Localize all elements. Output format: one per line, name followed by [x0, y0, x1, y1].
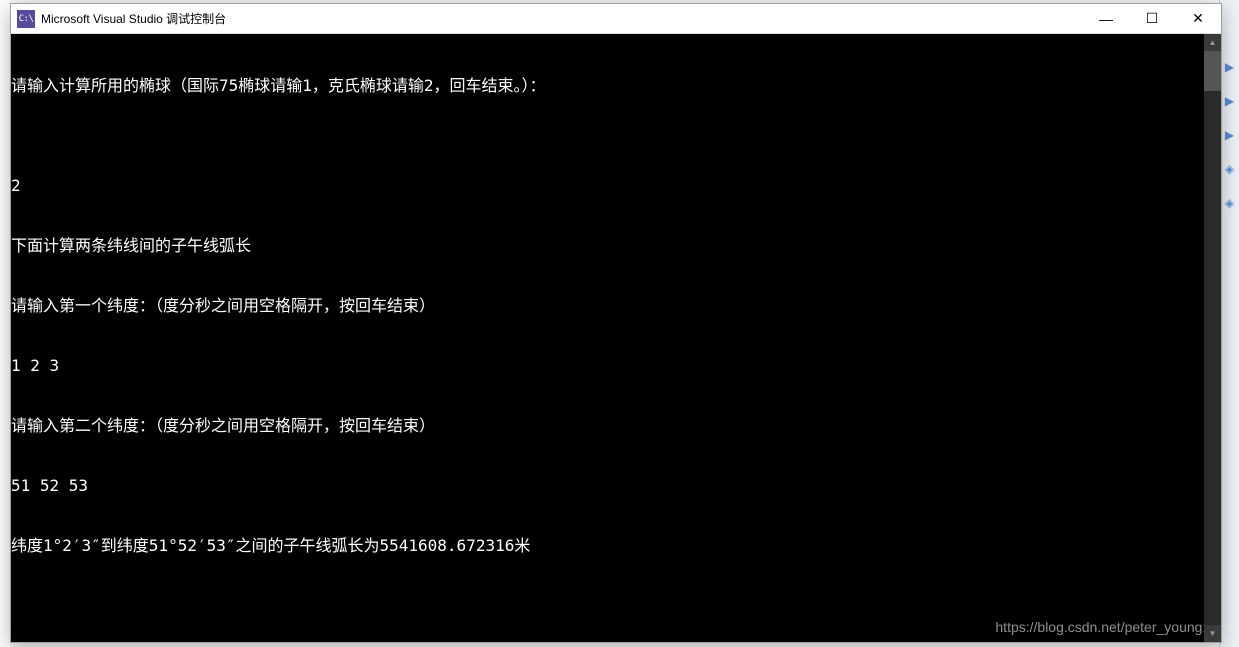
console-window: C:\ Microsoft Visual Studio 调试控制台 — ☐ ✕ … — [10, 3, 1222, 643]
play-icon: ▶ — [1225, 94, 1234, 108]
close-button[interactable]: ✕ — [1175, 4, 1221, 33]
minimize-button[interactable]: — — [1083, 4, 1129, 33]
watermark-text: https://blog.csdn.net/peter_young19 — [995, 617, 1218, 637]
console-output[interactable]: 请输入计算所用的椭球（国际75椭球请输1，克氏椭球请输2，回车结束。）： 2 下… — [11, 34, 1221, 642]
ide-left-gutter — [0, 0, 10, 647]
cube-icon: ◈ — [1225, 196, 1234, 210]
console-line: 请输入第二个纬度：（度分秒之间用空格隔开，按回车结束） — [11, 416, 1221, 436]
scroll-thumb[interactable] — [1204, 51, 1221, 91]
scroll-up-button[interactable]: ▲ — [1204, 34, 1221, 51]
window-title: Microsoft Visual Studio 调试控制台 — [41, 10, 1083, 27]
ide-right-panel: ▶ ▶ ▶ ◈ ◈ — [1219, 0, 1239, 647]
console-line: 51 52 53 — [11, 476, 1221, 496]
scroll-down-button[interactable]: ▼ — [1204, 625, 1221, 642]
console-line: 下面计算两条纬线间的子午线弧长 — [11, 236, 1221, 256]
console-line: 1 2 3 — [11, 356, 1221, 376]
maximize-button[interactable]: ☐ — [1129, 4, 1175, 33]
vertical-scrollbar[interactable]: ▲ ▼ — [1204, 34, 1221, 642]
console-line: 请输入第一个纬度：（度分秒之间用空格隔开，按回车结束） — [11, 296, 1221, 316]
ide-right-icons: ▶ ▶ ▶ ◈ ◈ — [1220, 0, 1239, 210]
play-icon: ▶ — [1225, 60, 1234, 74]
app-icon: C:\ — [17, 10, 35, 28]
window-controls: — ☐ ✕ — [1083, 4, 1221, 33]
console-line: 2 — [11, 176, 1221, 196]
titlebar[interactable]: C:\ Microsoft Visual Studio 调试控制台 — ☐ ✕ — [11, 4, 1221, 34]
console-line: 纬度1°2′3″到纬度51°52′53″之间的子午线弧长为5541608.672… — [11, 536, 1221, 556]
cube-icon: ◈ — [1225, 162, 1234, 176]
console-line: 请输入计算所用的椭球（国际75椭球请输1，克氏椭球请输2，回车结束。）： — [11, 76, 1221, 96]
play-icon: ▶ — [1225, 128, 1234, 142]
